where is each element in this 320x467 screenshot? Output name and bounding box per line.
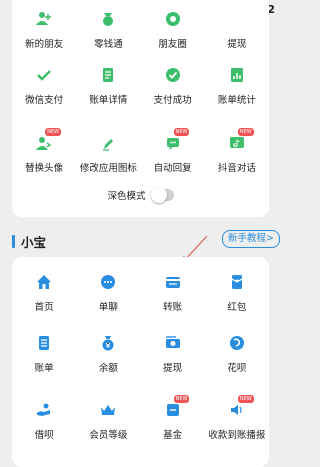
jiebei-icon: [35, 401, 53, 419]
auto-reply-label: 自动回复: [153, 163, 192, 174]
auto-reply-button[interactable]: NEW 自动回复: [141, 128, 205, 180]
bill-detail-button[interactable]: 账单详情: [76, 62, 140, 112]
balance-label: 余额: [98, 363, 118, 374]
member-level-button[interactable]: 会员等级: [76, 397, 140, 447]
add-friend-icon: [35, 10, 53, 28]
new-badge: NEW: [237, 395, 254, 403]
bill-label: 账单: [34, 363, 54, 374]
home-label: 首页: [34, 302, 54, 313]
red-packet-label: 红包: [227, 302, 247, 313]
member-level-label: 会员等级: [89, 430, 128, 441]
jiebei-label: 借呗: [34, 430, 54, 441]
douyin-chat-button[interactable]: NEW 抖音对话: [205, 128, 269, 180]
withdraw-top-label: 提现: [227, 39, 247, 50]
edit-app-icon: [99, 134, 117, 152]
single-chat-label: 单聊: [98, 302, 118, 313]
bill-stats-label: 账单统计: [217, 95, 256, 106]
tools-row-2: 账单 余额 提现 花呗: [12, 330, 269, 380]
wechat-pay-label: 微信支付: [25, 95, 64, 106]
balance-icon: [99, 334, 117, 352]
new-badge: NEW: [173, 128, 190, 136]
home-icon: [35, 273, 53, 291]
check-icon: [35, 66, 53, 84]
huabei-label: 花呗: [227, 363, 247, 374]
section-header: 小宝: [12, 232, 46, 251]
wechat-pay-button[interactable]: 微信支付: [12, 62, 76, 112]
features-row-1: 新的朋友 零钱通 朋友圈 提现: [12, 6, 269, 56]
features-row-2: 微信支付 账单详情 支付成功 账单统计: [12, 62, 269, 112]
tools-card: 首页 单聊 转账 红包 账单 余额 提现 花呗 借呗 会员等级 NEW 基金 N…: [12, 257, 269, 467]
payment-broadcast-label: 收款到账播报: [208, 430, 266, 441]
money-bag-icon: [99, 10, 117, 28]
new-badge: NEW: [173, 395, 190, 403]
transfer-label: 转账: [163, 302, 183, 313]
edit-app-icon-button[interactable]: 修改应用图标: [76, 130, 140, 180]
dark-mode-label: 深色模式: [107, 191, 146, 202]
withdraw-button[interactable]: 提现: [141, 330, 205, 380]
moments-label: 朋友圈: [158, 39, 187, 50]
withdraw-label: 提现: [163, 363, 183, 374]
huabei-button[interactable]: 花呗: [205, 330, 269, 380]
edit-app-icon-label: 修改应用图标: [79, 163, 137, 174]
replace-avatar-button[interactable]: NEW 替换头像: [12, 128, 76, 180]
toggle-knob: [150, 187, 167, 203]
balance-button[interactable]: 余额: [76, 330, 140, 380]
single-chat-button[interactable]: 单聊: [76, 269, 140, 319]
add-friend-label: 新的朋友: [25, 39, 64, 50]
chat-icon: [99, 273, 117, 291]
pay-success-button[interactable]: 支付成功: [141, 62, 205, 112]
section-accent-bar: [12, 235, 15, 248]
fund-icon: NEW: [164, 395, 190, 419]
red-packet-button[interactable]: 红包: [205, 269, 269, 319]
moments-button[interactable]: 朋友圈: [141, 6, 205, 56]
bill-icon: [35, 334, 53, 352]
guide-button[interactable]: 新手教程>: [222, 230, 280, 248]
auto-reply-icon: NEW: [164, 128, 190, 152]
features-row-3: NEW 替换头像 修改应用图标 NEW 自动回复 NEW 抖音对话: [12, 128, 269, 180]
tools-row-1: 首页 单聊 转账 红包: [12, 269, 269, 319]
pay-success-label: 支付成功: [153, 95, 192, 106]
bill-button[interactable]: 账单: [12, 330, 76, 380]
features-card: 新的朋友 零钱通 朋友圈 提现 微信支付 账单详情 支付成功 账单统计 NEW …: [12, 0, 269, 217]
withdraw-top-button[interactable]: 提现: [205, 6, 269, 56]
section-title: 小宝: [21, 235, 47, 250]
moments-icon: [164, 10, 182, 28]
payment-broadcast-button[interactable]: NEW 收款到账播报: [205, 395, 269, 447]
dark-mode-toggle[interactable]: [150, 187, 174, 203]
douyin-chat-label: 抖音对话: [217, 163, 256, 174]
change-pass-label: 零钱通: [94, 39, 123, 50]
tools-row-3: 借呗 会员等级 NEW 基金 NEW 收款到账播报: [12, 395, 269, 447]
withdraw-icon: [164, 334, 182, 352]
transfer-button[interactable]: 转账: [141, 269, 205, 319]
huabei-icon: [228, 334, 246, 352]
jiebei-button[interactable]: 借呗: [12, 397, 76, 447]
broadcast-icon: NEW: [228, 395, 254, 419]
replace-avatar-label: 替换头像: [25, 163, 64, 174]
douyin-icon: NEW: [228, 128, 254, 152]
dark-mode-row: 深色模式: [12, 187, 269, 203]
red-packet-icon: [228, 273, 246, 291]
bill-detail-label: 账单详情: [89, 95, 128, 106]
change-pass-button[interactable]: 零钱通: [76, 6, 140, 56]
replace-avatar-icon: NEW: [35, 128, 61, 152]
transfer-icon: [164, 273, 182, 291]
bill-stats-button[interactable]: 账单统计: [205, 62, 269, 112]
bill-detail-icon: [99, 66, 117, 84]
add-friend-button[interactable]: 新的朋友: [12, 6, 76, 56]
withdraw-icon: [228, 10, 246, 28]
new-badge: NEW: [237, 128, 254, 136]
success-icon: [164, 66, 182, 84]
home-button[interactable]: 首页: [12, 269, 76, 319]
fund-button[interactable]: NEW 基金: [141, 395, 205, 447]
fund-label: 基金: [163, 430, 183, 441]
crown-icon: [99, 401, 117, 419]
stats-icon: [228, 66, 246, 84]
new-badge: NEW: [45, 128, 61, 136]
